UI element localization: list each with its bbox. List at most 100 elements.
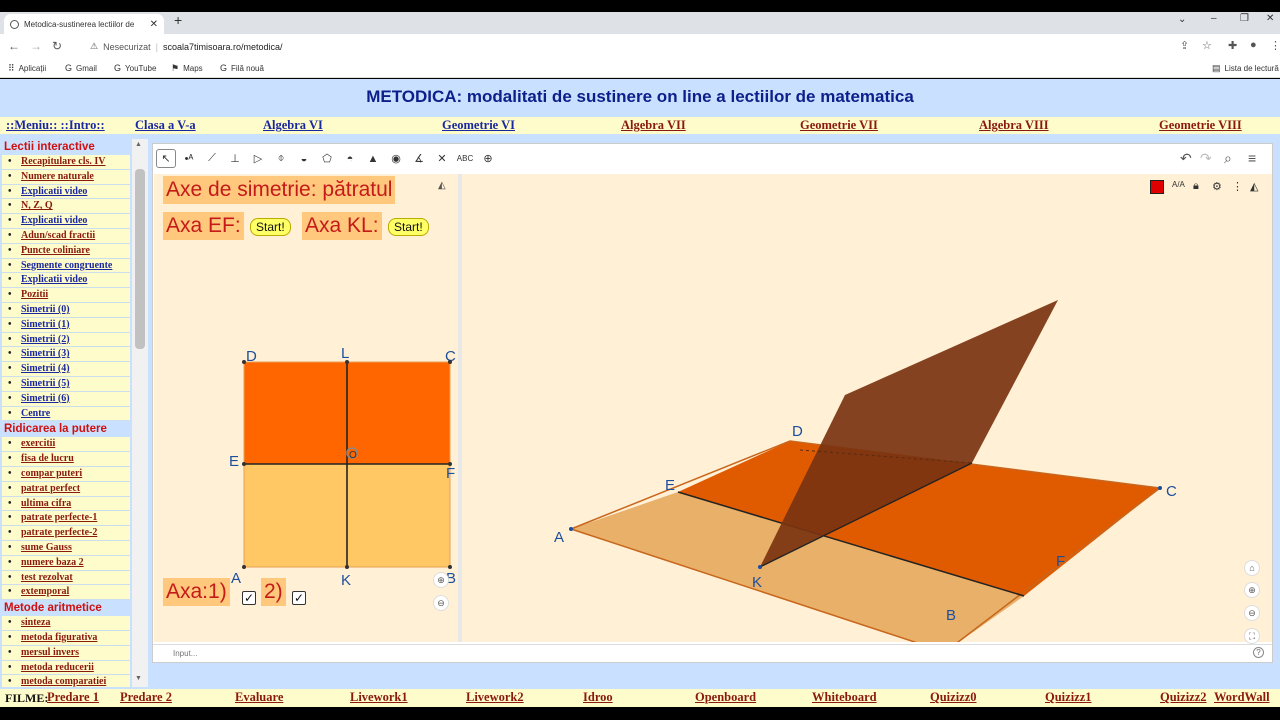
point-k[interactable] [345,565,349,569]
sidebar-link[interactable]: Simetrii (3) [2,347,130,363]
sidebar-link[interactable]: N, Z, Q [2,199,130,215]
move-tool-icon[interactable]: ↖ [156,149,176,168]
menu-geometrie-vi-link[interactable]: Geometrie VI [442,118,515,133]
bookmark-maps[interactable]: ⚑ Maps [171,63,203,74]
point-3d-k[interactable] [758,565,762,569]
algebra-input[interactable] [173,647,1243,660]
sidebar-link[interactable]: metoda figurativa [2,631,130,646]
menu-icon[interactable]: ≡ [1248,150,1256,166]
share-icon[interactable]: ⇪ [1180,39,1189,52]
sidebar-link[interactable]: Simetrii (4) [2,362,130,377]
extensions-icon[interactable]: ✚ [1228,39,1237,52]
menu-geometrie-viii-link[interactable]: Geometrie VIII [1159,118,1242,133]
sidebar-link[interactable]: Segmente congruente [2,259,130,274]
zoom-in-3d-icon[interactable]: ⊕ [1244,582,1260,598]
profile-icon[interactable]: ● [1250,39,1257,51]
sidebar-link[interactable]: sinteza [2,616,130,631]
angle-tool-icon[interactable]: ∡ [409,149,429,168]
bookmark-new-tab[interactable]: G Filă nouă [220,63,264,73]
sidebar-link[interactable]: Explicatii video [2,273,130,289]
sidebar-link[interactable]: patrate perfecte-1 [2,511,130,527]
tab-close-icon[interactable]: ✕ [150,19,158,30]
address-bar[interactable]: ⚠ Nesecurizat | scoala7timisoara.ro/meto… [80,37,1165,56]
point-l[interactable] [345,360,349,364]
sidebar-link[interactable]: sume Gauss [2,541,130,556]
reflect-tool-icon[interactable]: ✕ [432,149,452,168]
sidebar-link[interactable]: Simetrii (5) [2,377,130,392]
sidebar-link[interactable]: exercitii [2,437,130,453]
sidebar-link[interactable]: patrate perfecte-2 [2,526,130,541]
point-tool-icon[interactable]: •ᴬ [179,149,199,168]
scroll-down-icon[interactable]: ▼ [135,675,142,682]
input-help-icon[interactable]: ? [1253,647,1264,658]
search-icon[interactable]: ⌕ [1224,150,1232,167]
line-tool-icon[interactable]: ⟋ [202,149,222,168]
reload-icon[interactable]: ↻ [52,39,62,53]
sidebar-scrollbar[interactable]: ▲ ▼ [132,139,148,687]
menu-geometrie-vii-link[interactable]: Geometrie VII [800,118,878,133]
zoom-in-2d-icon[interactable]: ⊕ [433,572,449,588]
sidebar-link[interactable]: Simetrii (0) [2,303,130,318]
sidebar-link[interactable]: Simetrii (1) [2,318,130,333]
bottom-link-quizizz2[interactable]: Quizizz2 [1160,690,1207,705]
intersect-tool-icon[interactable]: ◒ [294,149,314,168]
menu-intro-link[interactable]: ::Meniu:: ::Intro:: [6,118,105,133]
point-f[interactable] [448,462,452,466]
fullscreen-icon[interactable]: ⛶ [1244,628,1260,644]
forward-icon[interactable]: → [30,39,42,53]
close-window-icon[interactable]: ✕ [1266,13,1274,24]
reading-list[interactable]: ▤ Lista de lectură [1212,63,1279,74]
bookmark-youtube[interactable]: G YouTube [114,63,156,73]
point-e[interactable] [242,462,246,466]
point-a[interactable] [242,565,246,569]
bottom-link-livework2[interactable]: Livework2 [466,690,524,705]
sidebar-link[interactable]: metoda reducerii [2,661,130,676]
sidebar-link[interactable]: test rezolvat [2,571,130,586]
bottom-link-openboard[interactable]: Openboard [695,690,756,705]
bookmark-apps[interactable]: ⠿ Aplicații [8,63,46,74]
circle-tool-icon[interactable]: ⌽ [271,149,291,168]
bottom-link-livework1[interactable]: Livework1 [350,690,408,705]
browser-menu-icon[interactable]: ⋮ [1270,39,1280,52]
pyramid-tool-icon[interactable]: ▲ [363,149,383,168]
bottom-link-idroo[interactable]: Idroo [583,690,613,705]
sidebar-link[interactable]: Pozitii [2,288,130,303]
sidebar-link[interactable]: patrat perfect [2,482,130,497]
sidebar-link[interactable]: Simetrii (2) [2,333,130,348]
scroll-up-icon[interactable]: ▲ [135,141,142,148]
sidebar-link[interactable]: Puncte coliniare [2,244,130,259]
redo-icon[interactable]: ↷ [1200,150,1212,167]
sidebar-link[interactable]: Recapitulare cls. IV [2,155,130,170]
sidebar-link[interactable]: Simetrii (6) [2,392,130,407]
sidebar-link[interactable]: Explicatii video [2,185,130,200]
bookmark-star-icon[interactable]: ☆ [1202,39,1212,52]
zoom-out-2d-icon[interactable]: ⊖ [433,595,449,611]
tab-search-icon[interactable]: ⌄ [1178,14,1186,25]
menu-algebra-vi-link[interactable]: Algebra VI [263,118,323,133]
sidebar-link[interactable]: fisa de lucru [2,452,130,467]
new-tab-button[interactable]: + [174,12,182,28]
bottom-link-quizizz1[interactable]: Quizizz1 [1045,690,1092,705]
minimize-icon[interactable]: – [1211,13,1217,24]
sidebar-link[interactable]: metoda comparatiei [2,675,130,687]
bottom-link-predare-1[interactable]: Predare 1 [47,690,99,705]
sidebar-link[interactable]: Adun/scad fractii [2,229,130,244]
text-tool-icon[interactable]: ABC [455,149,475,168]
home-view-icon[interactable]: ⌂ [1244,560,1260,576]
menu-algebra-vii-link[interactable]: Algebra VII [621,118,686,133]
sidebar-link[interactable]: compar puteri [2,467,130,482]
graphics-view-3d[interactable]: A/A 🔒︎ ⚙ ⋮ ◭ D E C A F K B ⌂ ⊕ ⊖ ⛶ [462,174,1272,644]
point-c[interactable] [448,360,452,364]
bookmark-gmail[interactable]: G Gmail [65,63,97,73]
menu-algebra-viii-link[interactable]: Algebra VIII [979,118,1049,133]
maximize-icon[interactable]: ❐ [1240,13,1249,24]
back-icon[interactable]: ← [8,39,20,53]
sidebar-link[interactable]: numere baza 2 [2,556,130,571]
bottom-link-predare-2[interactable]: Predare 2 [120,690,172,705]
menu-clasa-v-link[interactable]: Clasa a V-a [135,118,196,133]
scrollbar-thumb[interactable] [135,169,145,349]
zoom-out-3d-icon[interactable]: ⊖ [1244,605,1260,621]
point-3d-a[interactable] [569,527,573,531]
polygon-tool-icon[interactable]: ▷ [248,149,268,168]
point-b[interactable] [448,565,452,569]
